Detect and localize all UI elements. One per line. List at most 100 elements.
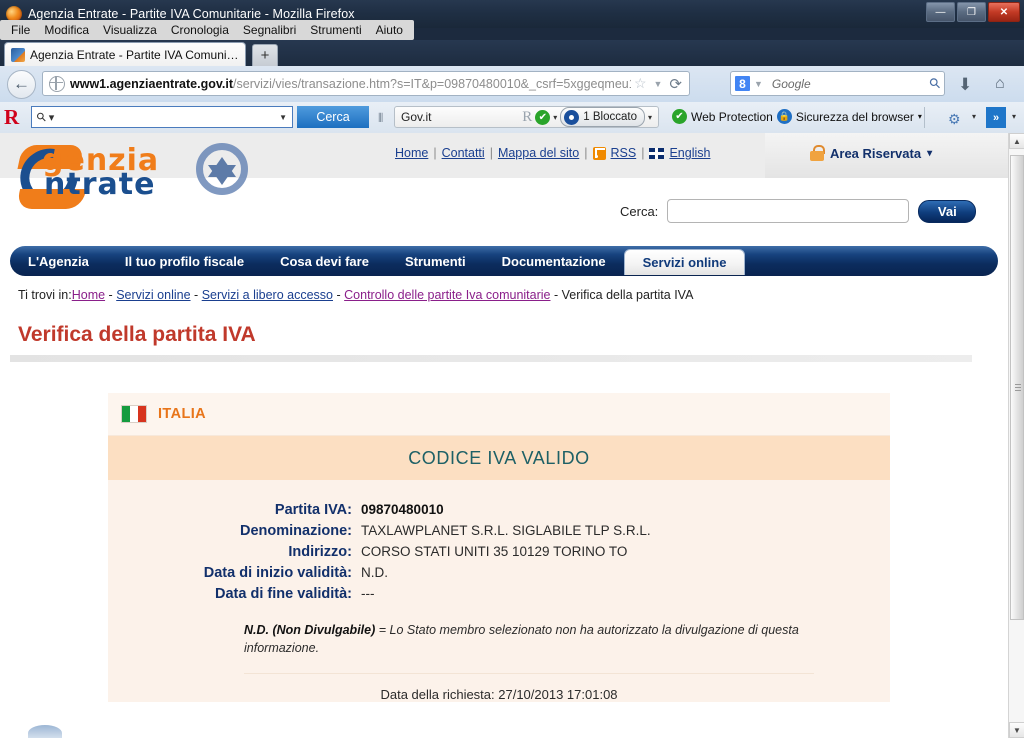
blocked-label: 1 Bloccato: [583, 111, 637, 123]
bookmark-star-icon[interactable]: ☆: [634, 75, 647, 92]
field-label-indirizzo: Indirizzo:: [288, 544, 352, 560]
menu-aiuto[interactable]: Aiuto: [369, 22, 410, 38]
chevron-down-icon[interactable]: ▾: [972, 112, 976, 121]
nav-item-servizi-online[interactable]: Servizi online: [623, 249, 746, 275]
site-search-submit-button[interactable]: Vai: [918, 199, 977, 223]
link-contatti[interactable]: Contatti: [442, 146, 485, 160]
gear-icon[interactable]: ⚙: [948, 111, 961, 128]
nav-item-documentazione[interactable]: Documentazione: [484, 246, 624, 276]
field-row: Data di inizio validità: N.D.: [108, 565, 890, 581]
avira-search-dropmarker-icon[interactable]: ▾: [49, 111, 55, 124]
link-home[interactable]: Home: [395, 146, 428, 160]
vertical-scrollbar[interactable]: ▲ ▼: [1008, 133, 1024, 738]
menu-modifica[interactable]: Modifica: [37, 22, 96, 38]
browser-search-box[interactable]: 8 ▼ Google ⚲: [730, 71, 945, 96]
result-panel: ITALIA CODICE IVA VALIDO Partita IVA: 09…: [108, 393, 890, 703]
toolbar-divider: [924, 107, 925, 128]
check-icon: ✔: [672, 109, 687, 124]
republic-emblem-icon: [192, 141, 252, 203]
chevron-down-icon[interactable]: ▼: [279, 113, 287, 122]
eye-icon: [564, 109, 580, 125]
triangle-down-icon: ▼: [1013, 725, 1021, 735]
utility-links: Home | Contatti | Mappa del sito | RSS |…: [395, 146, 710, 160]
chevron-down-icon[interactable]: ▾: [1012, 112, 1016, 121]
field-label-denominazione: Denominazione:: [240, 523, 352, 539]
breadcrumb-sep: -: [108, 288, 113, 302]
window-title: Agenzia Entrate - Partite IVA Comunitari…: [28, 7, 355, 21]
toolbar-grip-icon[interactable]: ⦀: [378, 111, 383, 126]
country-label: ITALIA: [158, 406, 207, 422]
minimize-button[interactable]: —: [926, 2, 955, 22]
link-rss[interactable]: RSS: [611, 146, 637, 160]
plus-icon: +: [260, 47, 270, 64]
avira-search-button[interactable]: Cerca: [297, 106, 369, 128]
home-icon[interactable]: ⌂: [995, 75, 1005, 93]
nav-item-il-tuo-profilo-fiscale[interactable]: Il tuo profilo fiscale: [107, 246, 262, 276]
reserved-area-button[interactable]: Area Riservata ▾: [810, 145, 932, 161]
gov-status-field[interactable]: Gov.it R ✔ ▾ 1 Bloccato ▾: [394, 106, 659, 128]
close-button[interactable]: ✕: [988, 2, 1020, 22]
new-tab-button[interactable]: +: [252, 44, 278, 67]
menu-visualizza[interactable]: Visualizza: [96, 22, 164, 38]
italy-flag-icon: [121, 405, 147, 423]
chevron-down-icon[interactable]: ▾: [553, 113, 557, 122]
minimize-icon: —: [935, 6, 946, 18]
back-button[interactable]: ←: [7, 69, 36, 99]
site-search-row: Cerca: Vai: [620, 199, 977, 223]
menu-file[interactable]: File: [4, 22, 37, 38]
link-english[interactable]: English: [669, 146, 710, 160]
chevron-down-icon[interactable]: ▾: [918, 112, 922, 121]
maximize-icon: ❐: [967, 6, 976, 18]
menu-strumenti[interactable]: Strumenti: [303, 22, 368, 38]
field-value-partita-iva: 09870480010: [361, 502, 444, 517]
reload-icon[interactable]: ⟳: [669, 75, 682, 93]
disclosure-note: N.D. (Non Divulgabile) = Lo Stato membro…: [244, 621, 814, 657]
back-arrow-icon: ←: [13, 74, 30, 93]
menu-segnalibri[interactable]: Segnalibri: [236, 22, 303, 38]
nav-item-strumenti[interactable]: Strumenti: [387, 246, 484, 276]
breadcrumb-item-current: Verifica della partita IVA: [561, 288, 694, 302]
scrollbar-thumb[interactable]: [1010, 155, 1024, 620]
chevron-down-icon: ▾: [927, 147, 933, 159]
nav-item-lagenzia[interactable]: L'Agenzia: [10, 246, 107, 276]
breadcrumb-prefix: Ti trovi in:: [18, 288, 72, 302]
maximize-button[interactable]: ❐: [957, 2, 986, 22]
scroll-down-button[interactable]: ▼: [1009, 722, 1024, 738]
search-icon[interactable]: ⚲: [925, 74, 944, 93]
padlock-icon: [810, 145, 825, 161]
link-separator: |: [489, 146, 493, 160]
field-row: Indirizzo: CORSO STATI UNITI 35 10129 TO…: [108, 544, 890, 560]
scroll-up-button[interactable]: ▲: [1009, 133, 1024, 149]
logo-text-entrate: ntrate: [44, 167, 156, 202]
avira-search-input[interactable]: ⚲ ▾ ▼: [31, 106, 293, 128]
link-separator: |: [641, 146, 645, 160]
chevron-down-icon[interactable]: ▼: [654, 79, 663, 89]
link-mappa-del-sito[interactable]: Mappa del sito: [498, 146, 579, 160]
breadcrumb-item-home[interactable]: Home: [72, 288, 105, 302]
nav-item-cosa-devi-fare[interactable]: Cosa devi fare: [262, 246, 387, 276]
status-banner: CODICE IVA VALIDO: [108, 436, 890, 480]
tab-active[interactable]: Agenzia Entrate - Partite IVA Comunitari…: [4, 42, 246, 66]
overflow-button[interactable]: »: [986, 107, 1006, 128]
site-search-label: Cerca:: [620, 203, 659, 219]
close-icon: ✕: [999, 6, 1009, 18]
field-value-data-fine: ---: [361, 586, 375, 601]
site-search-input[interactable]: [667, 199, 910, 223]
field-label-data-inizio: Data di inizio validità:: [203, 565, 352, 581]
breadcrumb-item-servizi-a-libero-accesso[interactable]: Servizi a libero accesso: [202, 288, 333, 302]
menu-cronologia[interactable]: Cronologia: [164, 22, 236, 38]
search-engine-chevron-icon[interactable]: ▼: [754, 79, 763, 89]
country-header: ITALIA: [108, 393, 890, 436]
downloads-icon[interactable]: ⬇: [958, 75, 972, 95]
url-text: www1.agenziaentrate.gov.it/servizi/vies/…: [70, 77, 631, 91]
blocked-counter-badge[interactable]: 1 Bloccato: [560, 107, 645, 127]
breadcrumb-item-servizi-online[interactable]: Servizi online: [116, 288, 190, 302]
request-date: Data della richiesta: 27/10/2013 17:01:0…: [380, 687, 618, 703]
chevron-down-icon[interactable]: ▾: [648, 113, 652, 122]
url-bar[interactable]: www1.agenziaentrate.gov.it/servizi/vies/…: [42, 71, 690, 96]
breadcrumb-item-controllo-partite-iva[interactable]: Controllo delle partite Iva comunitarie: [344, 288, 550, 302]
addon-toolbar: R ⚲ ▾ ▼ Cerca ⦀ Gov.it R ✔ ▾ 1 Bloccato …: [0, 102, 1024, 134]
url-host: www1.agenziaentrate.gov.it: [70, 76, 234, 91]
title-divider: [10, 355, 972, 362]
web-protection-group[interactable]: ✔ Web Protection 🔒 Sicurezza del browser…: [672, 109, 922, 124]
